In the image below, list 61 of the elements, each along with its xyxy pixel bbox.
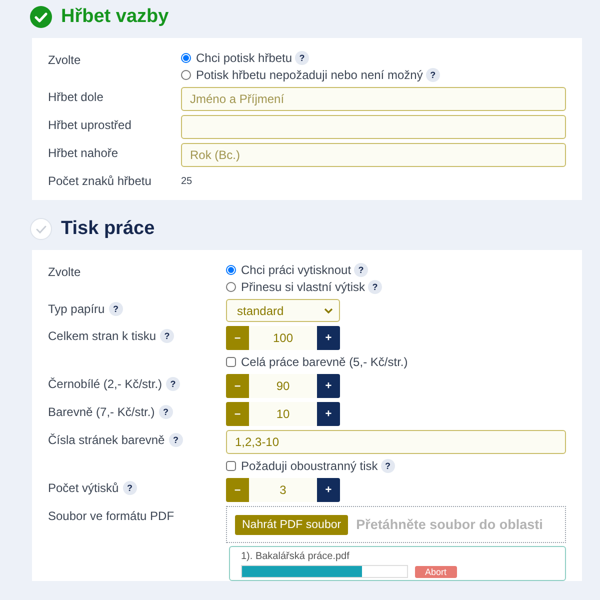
decrement-button[interactable]: –	[226, 402, 249, 426]
section-title: Hřbet vazby	[61, 6, 169, 28]
field-label: Hřbet dole	[48, 90, 104, 104]
help-icon[interactable]: ?	[295, 51, 310, 65]
number-field[interactable]: 90	[249, 374, 317, 398]
field-label: Zvolte	[48, 265, 81, 279]
help-icon[interactable]: ?	[426, 68, 440, 82]
field-label: Celkem stran k tisku	[48, 329, 156, 343]
radio-button[interactable]	[226, 265, 236, 275]
increment-button[interactable]: +	[317, 402, 340, 426]
character-count: 25	[181, 175, 194, 187]
file-name: 1). Bakalářská práce.pdf	[241, 551, 350, 562]
checkbox-label: Celá práce barevně (5,- Kč/str.)	[241, 355, 408, 369]
option-label: Chci práci vytisknout	[241, 263, 352, 277]
increment-button[interactable]: +	[317, 326, 340, 350]
option-label: Přinesu si vlastní výtisk	[241, 280, 366, 294]
decrement-button[interactable]: –	[226, 478, 249, 502]
decrement-button[interactable]: –	[226, 326, 249, 350]
decrement-button[interactable]: –	[226, 374, 249, 398]
number-field[interactable]: 10	[249, 402, 317, 426]
help-icon[interactable]: ?	[158, 405, 173, 419]
text-field[interactable]: Jméno a Příjmení	[181, 87, 566, 111]
radio-button[interactable]	[226, 282, 236, 292]
help-icon[interactable]: ?	[368, 280, 382, 294]
radio-button[interactable]	[181, 70, 191, 80]
field-label: Soubor ve formátu PDF	[48, 509, 174, 523]
text-field[interactable]: Rok (Bc.)	[181, 143, 566, 167]
field-label: Počet znaků hřbetu	[48, 174, 152, 188]
drop-hint: Přetáhněte soubor do oblasti	[356, 517, 543, 532]
radio-button[interactable]	[181, 53, 191, 63]
checkbox[interactable]	[226, 461, 236, 471]
help-icon[interactable]: ?	[166, 377, 180, 391]
field-label: Čísla stránek barevně	[48, 433, 165, 447]
increment-button[interactable]: +	[317, 374, 340, 398]
field-label: Typ papíru	[48, 302, 105, 316]
section-title: Tisk práce	[61, 218, 155, 240]
chevron-down-icon	[324, 308, 333, 314]
field-label: Hřbet uprostřed	[48, 118, 132, 132]
paper-type-select[interactable]: standard	[226, 299, 340, 322]
field-label: Hřbet nahoře	[48, 146, 118, 160]
field-label: Zvolte	[48, 53, 81, 67]
number-field[interactable]: 100	[249, 326, 317, 350]
option-label: Potisk hřbetu nepožaduji nebo není možný	[196, 68, 423, 82]
checkbox-label: Požaduji oboustranný tisk	[241, 459, 378, 473]
text-field[interactable]: 1,2,3-10	[226, 430, 566, 454]
help-icon[interactable]: ?	[380, 459, 395, 473]
field-label: Počet výtisků	[48, 481, 119, 495]
help-icon[interactable]: ?	[168, 433, 183, 447]
field-label: Barevně (7,- Kč/str.)	[48, 405, 155, 419]
help-icon[interactable]: ?	[108, 302, 123, 316]
option-label: Chci potisk hřbetu	[196, 51, 292, 65]
increment-button[interactable]: +	[317, 478, 340, 502]
field-label: Černobílé (2,- Kč/str.)	[48, 377, 162, 391]
help-icon[interactable]: ?	[122, 481, 137, 495]
help-icon[interactable]: ?	[160, 329, 174, 343]
text-field[interactable]	[181, 115, 566, 139]
help-icon[interactable]: ?	[354, 263, 368, 277]
upload-button[interactable]: Nahrát PDF soubor	[235, 514, 348, 534]
drop-zone[interactable]: Nahrát PDF soubor Přetáhněte soubor do oblasti	[226, 506, 566, 543]
checkbox[interactable]	[226, 357, 236, 367]
number-field[interactable]: 3	[249, 478, 317, 502]
